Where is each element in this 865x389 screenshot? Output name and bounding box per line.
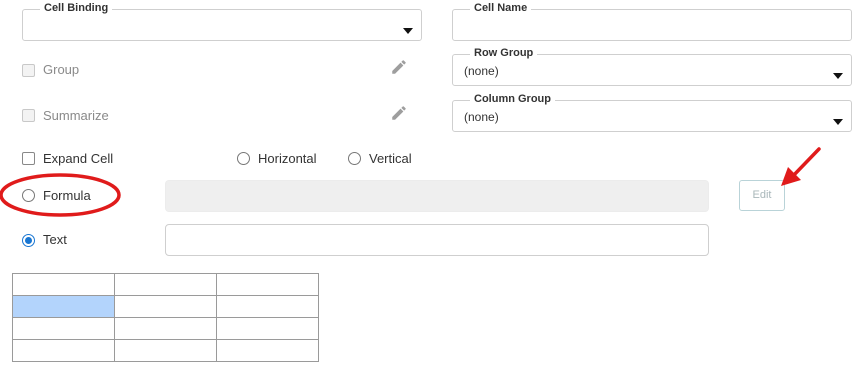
summarize-label: Summarize	[43, 108, 109, 123]
grid-cell[interactable]	[12, 273, 115, 296]
cell-binding-legend: Cell Binding	[40, 1, 113, 15]
grid-cell[interactable]	[216, 295, 319, 318]
cell-name-field[interactable]: Cell Name	[452, 1, 852, 41]
group-checkbox[interactable]	[22, 64, 35, 77]
cell-name-legend: Cell Name	[470, 1, 532, 15]
table-row	[12, 273, 319, 296]
vertical-label: Vertical	[369, 151, 412, 166]
formula-radio[interactable]	[22, 189, 35, 202]
horizontal-radio[interactable]	[237, 152, 250, 165]
arrow-shaft	[790, 147, 821, 179]
grid-cell[interactable]	[114, 317, 217, 340]
edit-button[interactable]: Edit	[739, 180, 785, 211]
chevron-down-icon	[403, 28, 413, 34]
column-group-legend: Column Group	[470, 92, 555, 106]
grid-cell-selected[interactable]	[12, 295, 115, 318]
text-radio[interactable]	[22, 234, 35, 247]
row-group-value: (none)	[464, 64, 499, 78]
pencil-icon[interactable]	[390, 58, 408, 76]
formula-label: Formula	[43, 188, 91, 203]
formula-input[interactable]	[165, 180, 709, 212]
pencil-icon[interactable]	[390, 104, 408, 122]
grid-cell[interactable]	[216, 339, 319, 362]
group-label: Group	[43, 62, 80, 77]
cell-grid	[12, 273, 319, 362]
horizontal-label: Horizontal	[258, 151, 317, 166]
grid-cell[interactable]	[216, 317, 319, 340]
chevron-down-icon	[833, 73, 843, 79]
column-group-select[interactable]: Column Group (none)	[452, 92, 852, 132]
column-group-value: (none)	[464, 110, 499, 124]
grid-cell[interactable]	[114, 295, 217, 318]
grid-cell[interactable]	[12, 339, 115, 362]
text-label: Text	[43, 232, 67, 247]
grid-cell[interactable]	[12, 317, 115, 340]
table-row	[12, 295, 319, 318]
row-group-select[interactable]: Row Group (none)	[452, 46, 852, 86]
grid-cell[interactable]	[114, 273, 217, 296]
row-group-legend: Row Group	[470, 46, 538, 60]
table-row	[12, 339, 319, 362]
summarize-checkbox[interactable]	[22, 109, 35, 122]
grid-cell[interactable]	[114, 339, 217, 362]
grid-cell[interactable]	[216, 273, 319, 296]
vertical-radio[interactable]	[348, 152, 361, 165]
chevron-down-icon	[833, 119, 843, 125]
cell-binding-select[interactable]: Cell Binding	[22, 1, 422, 41]
text-input[interactable]	[165, 224, 709, 256]
expand-cell-checkbox[interactable]	[22, 152, 35, 165]
expand-cell-label: Expand Cell	[43, 151, 114, 166]
table-row	[12, 317, 319, 340]
